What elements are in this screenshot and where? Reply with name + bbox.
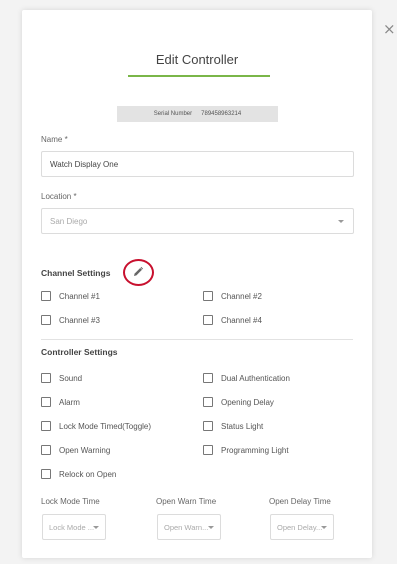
checkbox-box: [203, 397, 213, 407]
edit-controller-dialog: Edit Controller Serial Number 7894589632…: [22, 10, 372, 558]
checkbox-label: Sound: [59, 373, 83, 383]
channel-4-checkbox[interactable]: Channel #4: [203, 315, 262, 325]
channel-3-checkbox[interactable]: Channel #3: [41, 315, 100, 325]
checkbox-label: Channel #1: [59, 291, 100, 301]
section-divider: [41, 339, 353, 340]
checkbox-box: [41, 469, 51, 479]
lock-mode-time-select[interactable]: Lock Mode ...: [42, 514, 106, 540]
title-underline: [128, 75, 270, 77]
name-input[interactable]: Watch Display One: [41, 151, 354, 177]
location-label: Location *: [41, 192, 77, 201]
name-label: Name *: [41, 135, 68, 144]
chevron-down-icon: [338, 220, 344, 223]
dialog-title: Edit Controller: [155, 52, 239, 67]
checkbox-label: Open Warning: [59, 445, 111, 455]
checkbox-box: [41, 291, 51, 301]
lock-mode-time-label: Lock Mode Time: [41, 497, 100, 506]
open-warn-time-placeholder: Open Warn...: [164, 522, 209, 532]
channel-2-checkbox[interactable]: Channel #2: [203, 291, 262, 301]
checkbox-label: Opening Delay: [221, 397, 274, 407]
close-icon[interactable]: ×: [383, 22, 396, 37]
checkbox-label: Channel #3: [59, 315, 100, 325]
channel-settings-title: Channel Settings: [41, 268, 111, 278]
location-select-value: San Diego: [50, 216, 88, 226]
controller-settings-title: Controller Settings: [41, 347, 118, 357]
checkbox-box: [41, 445, 51, 455]
checkbox-label: Lock Mode Timed(Toggle): [59, 421, 152, 431]
checkbox-label: Programming Light: [221, 445, 289, 455]
checkbox-box: [203, 315, 213, 325]
serial-number-label: Serial Number: [153, 111, 193, 117]
checkbox-box: [203, 373, 213, 383]
chevron-down-icon: [208, 526, 214, 529]
programming-light-checkbox[interactable]: Programming Light: [203, 445, 289, 455]
location-select[interactable]: San Diego: [41, 208, 354, 234]
checkbox-box: [41, 397, 51, 407]
checkbox-label: Relock on Open: [59, 469, 117, 479]
checkbox-box: [41, 315, 51, 325]
checkbox-label: Channel #4: [221, 315, 262, 325]
open-delay-time-placeholder: Open Delay...: [277, 522, 323, 532]
checkbox-box: [41, 373, 51, 383]
chevron-down-icon: [93, 526, 99, 529]
serial-number-value: 789458963214: [201, 111, 242, 117]
checkbox-box: [203, 421, 213, 431]
alarm-checkbox[interactable]: Alarm: [41, 397, 80, 407]
checkbox-label: Channel #2: [221, 291, 262, 301]
status-light-checkbox[interactable]: Status Light: [203, 421, 263, 431]
open-warning-checkbox[interactable]: Open Warning: [41, 445, 110, 455]
checkbox-box: [203, 445, 213, 455]
checkbox-label: Status Light: [221, 421, 264, 431]
dual-authentication-checkbox[interactable]: Dual Authentication: [203, 373, 290, 383]
checkbox-box: [203, 291, 213, 301]
channel-1-checkbox[interactable]: Channel #1: [41, 291, 100, 301]
name-input-value: Watch Display One: [50, 159, 119, 169]
opening-delay-checkbox[interactable]: Opening Delay: [203, 397, 274, 407]
open-warn-time-select[interactable]: Open Warn...: [157, 514, 221, 540]
serial-number-badge: Serial Number 789458963214: [117, 106, 278, 122]
checkbox-box: [41, 421, 51, 431]
checkbox-label: Dual Authentication: [221, 373, 290, 383]
open-warn-time-label: Open Warn Time: [156, 497, 217, 506]
relock-on-open-checkbox[interactable]: Relock on Open: [41, 469, 116, 479]
chevron-down-icon: [321, 526, 327, 529]
open-delay-time-select[interactable]: Open Delay...: [270, 514, 334, 540]
lock-mode-timed-checkbox[interactable]: Lock Mode Timed(Toggle): [41, 421, 151, 431]
lock-mode-time-placeholder: Lock Mode ...: [49, 522, 95, 532]
sound-checkbox[interactable]: Sound: [41, 373, 82, 383]
pencil-icon[interactable]: [132, 266, 144, 278]
open-delay-time-label: Open Delay Time: [269, 497, 331, 506]
checkbox-label: Alarm: [59, 397, 80, 407]
